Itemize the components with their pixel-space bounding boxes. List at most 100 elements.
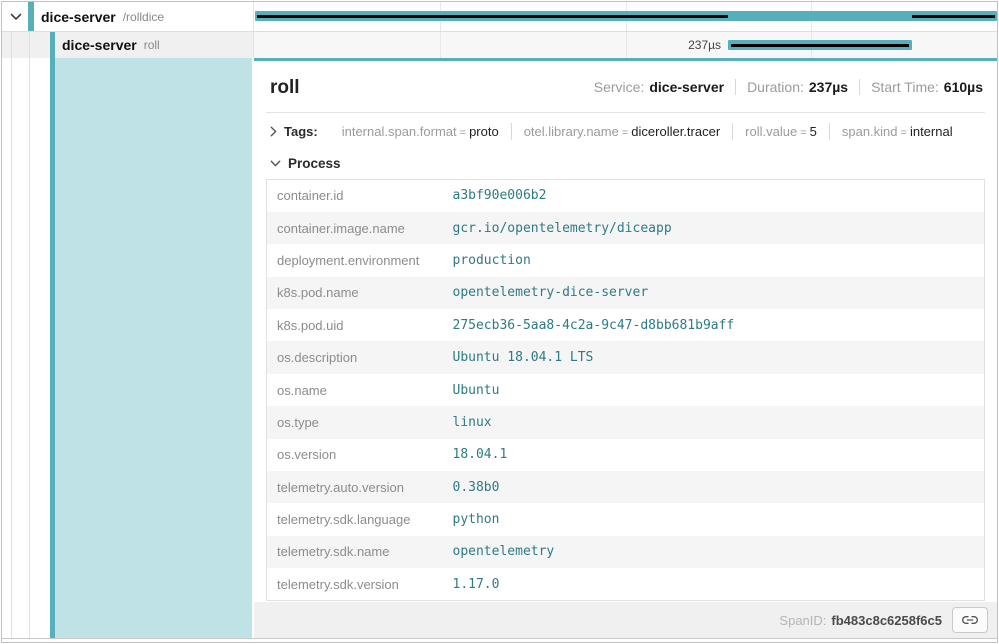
process-key: deployment.environment [267,244,447,276]
process-value: 275ecb36-5aa8-4c2a-9c47-d8bb681b9aff [447,309,985,341]
process-table-row: os.description Ubuntu 18.04.1 LTS [267,341,985,373]
tags-accordion[interactable]: Tags: internal.span.format=proto otel.li… [266,113,985,142]
meta-value: dice-server [649,79,724,95]
process-value: gcr.io/opentelemetry/diceapp [447,212,985,244]
timeline-row-roll[interactable]: 237µs [254,32,997,58]
span-detail-panel: roll Service: dice-server Duration: 237µ… [254,58,997,638]
indent-guide [11,58,12,638]
trace-timeline: dice-server /rolldice dice-server roll 2… [2,2,997,639]
process-key: os.type [267,406,447,438]
tags-header-label: Tags: [284,124,318,139]
span-detail-header: roll Service: dice-server Duration: 237µ… [266,74,985,100]
deep-link-button[interactable] [952,607,988,633]
process-key: telemetry.sdk.language [267,503,447,535]
meta-value: 610µs [944,79,983,95]
process-value: Ubuntu [447,374,985,406]
critical-path-segment [912,15,995,18]
span-id-value: fb483c8c6258f6c5 [831,613,942,628]
span-bar-rolldice[interactable] [255,11,997,21]
span-row-rolldice[interactable]: dice-server /rolldice [2,2,254,32]
process-table-row: container.image.name gcr.io/opentelemetr… [267,212,985,244]
indent-guide [11,32,12,58]
span-color-bar [50,32,55,58]
process-value: a3bf90e006b2 [447,180,985,212]
process-value: production [447,244,985,276]
process-key: os.name [267,374,447,406]
trace-detail-view: dice-server /rolldice dice-server roll 2… [1,1,998,643]
timeline-gridline [626,32,627,58]
tag-key: internal.span.format [342,124,457,139]
process-table-row: os.version 18.04.1 [267,439,985,471]
timeline-gridline [440,32,441,58]
tag-value: 5 [810,124,817,139]
operation-name-label: roll [144,38,160,52]
span-detail-title: roll [270,76,300,100]
span-meta-item: Start Time: 610µs [859,79,983,95]
tag-item: internal.span.format=proto [330,123,511,140]
duration-label: 237µs [688,38,721,52]
process-key: container.id [267,180,447,212]
meta-label: Duration: [747,79,804,95]
span-detail-footer: SpanID: fb483c8c6258f6c5 [254,602,997,638]
process-table-row: telemetry.sdk.name opentelemetry [267,536,985,568]
critical-path-segment [731,44,909,47]
tag-equals: = [898,127,910,139]
chevron-right-icon[interactable] [270,126,277,137]
chevron-down-icon[interactable] [10,13,22,21]
process-table: container.id a3bf90e006b2 container.imag… [266,179,985,601]
process-table-body: container.id a3bf90e006b2 container.imag… [267,180,985,601]
span-detail-backdrop [2,58,254,638]
link-icon [962,612,978,628]
meta-label: Service: [594,79,645,95]
process-key: os.description [267,341,447,373]
span-row-roll[interactable]: dice-server roll [2,32,254,58]
meta-label: Start Time: [871,79,939,95]
process-value: Ubuntu 18.04.1 LTS [447,341,985,373]
process-key: telemetry.sdk.version [267,568,447,600]
tag-equals: = [797,127,809,139]
process-value: linux [447,406,985,438]
indent-guide [29,58,30,638]
process-table-row: k8s.pod.uid 275ecb36-5aa8-4c2a-9c47-d8bb… [267,309,985,341]
tag-key: roll.value [745,124,797,139]
process-table-row: telemetry.sdk.version 1.17.0 [267,568,985,600]
tag-item: otel.library.name=diceroller.tracer [511,123,732,140]
process-header-label: Process [288,156,341,171]
tag-equals: = [619,127,631,139]
process-accordion[interactable]: Process [266,142,985,179]
process-key: container.image.name [267,212,447,244]
tag-key: span.kind [842,124,898,139]
timeline-row-rolldice[interactable] [254,2,997,32]
tag-key: otel.library.name [524,124,619,139]
process-value: 0.38b0 [447,471,985,503]
tag-value: proto [469,124,499,139]
span-highlight-fill [55,58,252,638]
process-key: os.version [267,439,447,471]
span-id-label: SpanID: [779,613,826,628]
service-name-label: dice-server [41,9,116,25]
tag-equals: = [457,127,469,139]
process-value: python [447,503,985,535]
process-key: telemetry.auto.version [267,471,447,503]
tag-value: internal [910,124,953,139]
span-bar-roll[interactable] [728,40,912,50]
service-name-label: dice-server [62,37,137,53]
process-value: 1.17.0 [447,568,985,600]
critical-path-segment [257,15,728,18]
indent-guide [29,32,30,58]
span-meta-item: Duration: 237µs [735,79,848,95]
process-table-row: k8s.pod.name opentelemetry-dice-server [267,277,985,309]
operation-name-label: /rolldice [123,10,164,24]
process-table-row: telemetry.sdk.language python [267,503,985,535]
process-table-row: telemetry.auto.version 0.38b0 [267,471,985,503]
process-table-row: os.name Ubuntu [267,374,985,406]
span-color-bar [28,2,34,31]
chevron-down-icon[interactable] [270,160,281,167]
process-value: opentelemetry-dice-server [447,277,985,309]
span-meta-list: Service: dice-server Duration: 237µs Sta… [594,79,983,95]
tag-item: span.kind=internal [829,123,965,140]
process-key: telemetry.sdk.name [267,536,447,568]
span-meta-item: Service: dice-server [594,79,724,95]
span-detail-card: roll Service: dice-server Duration: 237µ… [254,61,997,602]
meta-value: 237µs [809,79,848,95]
